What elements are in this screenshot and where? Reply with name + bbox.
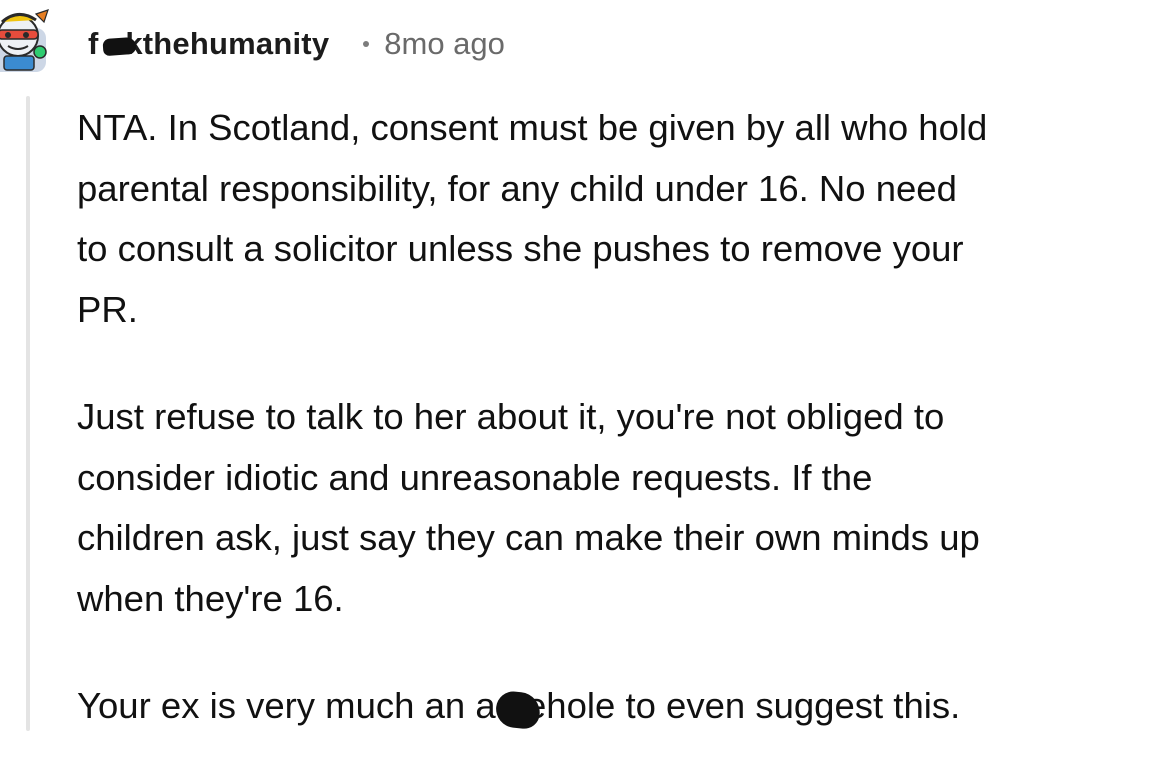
text-line: NTA. In Scotland, consent must be given … bbox=[77, 107, 988, 148]
comment: f kthehumanity 8mo ago NTA. In Scotland,… bbox=[0, 0, 1167, 731]
username[interactable]: f kthehumanity bbox=[88, 26, 329, 62]
snoovatar-icon bbox=[0, 9, 49, 72]
separator-dot bbox=[363, 41, 370, 47]
thread-line[interactable] bbox=[26, 96, 30, 731]
text-line: parental responsibility, for any child u… bbox=[77, 167, 957, 209]
text-line: when they're 16. bbox=[77, 577, 344, 619]
text-line: consider idiotic and unreasonable reques… bbox=[77, 456, 873, 498]
text-line: PR. bbox=[77, 288, 138, 330]
user-avatar[interactable] bbox=[0, 6, 60, 78]
comment-paragraph: Your ex is very much an a ehole to even … bbox=[77, 676, 1167, 737]
comment-paragraph: NTA. In Scotland, consent must be given … bbox=[77, 98, 1167, 340]
text-fragment: to even suggest this. bbox=[615, 685, 961, 726]
redacted-word: a ehole bbox=[475, 676, 615, 737]
comment-header: f kthehumanity 8mo ago bbox=[88, 22, 505, 66]
text-fragment: Your ex is very much an bbox=[77, 685, 476, 726]
text-line: to consult a solicitor unless she pushes… bbox=[77, 228, 964, 269]
text-line: Just refuse to talk to her about it, you… bbox=[77, 396, 945, 437]
comment-timestamp[interactable]: 8mo ago bbox=[384, 26, 505, 62]
text-line: children ask, just say they can make the… bbox=[77, 517, 980, 558]
text-line: Your ex is very much an a ehole to even … bbox=[77, 676, 1167, 737]
comment-paragraph: Just refuse to talk to her about it, you… bbox=[77, 387, 1167, 629]
comment-body: NTA. In Scotland, consent must be given … bbox=[77, 98, 1167, 784]
censor-mark bbox=[102, 36, 137, 57]
